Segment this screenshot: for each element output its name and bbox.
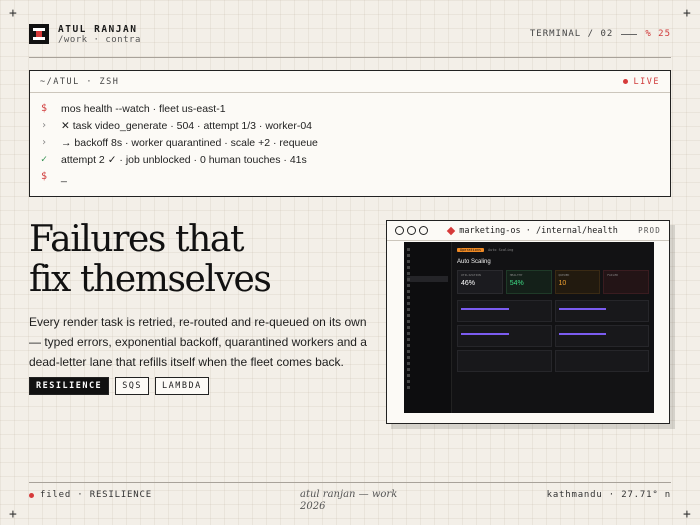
window-control-icon	[407, 226, 416, 235]
terminal-line: › → backoff 8s · worker quarantined · sc…	[41, 134, 659, 151]
terminal-title: ~/ATUL · ZSH	[40, 76, 120, 87]
worker-card	[554, 300, 649, 322]
section-chip: Operations	[457, 248, 485, 252]
browser-titlebar: marketing-os · /internal/health PROD	[387, 221, 669, 241]
stat-value: 10	[558, 280, 567, 287]
terminal-line: $ _	[41, 168, 659, 185]
tag-sqs[interactable]: SQS	[115, 377, 150, 395]
footer-status: filed · RESILIENCE	[29, 490, 152, 500]
corner-mark-bottom-left: +	[9, 507, 17, 522]
tag-resilience[interactable]: RESILIENCE	[29, 377, 110, 395]
prompt-icon: $	[41, 103, 48, 114]
diamond-icon	[446, 226, 456, 235]
checkmark-icon: ✓	[41, 154, 48, 165]
description-text: Every render task is retried, re-routed …	[29, 315, 367, 369]
footer-status-text: filed · RESILIENCE	[40, 490, 152, 500]
title-line-2: fix themselves	[29, 259, 272, 300]
window-controls	[395, 226, 428, 235]
terminal-line-text: ✕ task video_generate · 504 · attempt 1/…	[61, 119, 313, 132]
terminal-line: ✓ attempt 2 ✓ · job unblocked · 0 human …	[41, 151, 659, 168]
dashboard-preview: Operations Auto Scaling Auto Scaling UTI…	[404, 242, 654, 413]
window-control-icon	[419, 226, 428, 235]
tag-list: RESILIENCE SQS LAMBDA	[29, 377, 209, 395]
section-indicator: TERMINAL / 02 % 25	[530, 29, 671, 39]
progress-percent: % 25	[645, 29, 671, 39]
sidebar-item	[407, 384, 448, 390]
footer-location: kathmandu · 27.71° n	[546, 490, 671, 500]
browser-url: marketing-os · /internal/health	[428, 226, 638, 236]
live-dot-icon	[622, 79, 628, 84]
dashboard-toolbar: Operations Auto Scaling	[457, 247, 649, 253]
tag-lambda[interactable]: LAMBDA	[155, 377, 209, 395]
terminal-titlebar: ~/ATUL · ZSH LIVE	[30, 71, 670, 93]
url-text: marketing-os · /internal/health	[459, 225, 618, 236]
corner-mark-top-left: +	[9, 6, 17, 21]
section-label: TERMINAL / 02	[529, 29, 614, 39]
dashboard-main: Operations Auto Scaling Auto Scaling UTI…	[452, 242, 654, 413]
dashboard-tab: Auto Scaling	[488, 248, 514, 252]
terminal-line-text: attempt 2 ✓ · job unblocked · 0 human to…	[61, 153, 307, 166]
chevron-right-icon: ›	[41, 120, 48, 131]
corner-mark-top-right: +	[683, 6, 691, 21]
stat-card: FAILED	[603, 270, 649, 294]
title-line-1: Failures that	[29, 219, 244, 260]
stat-label: UTILIZATION	[461, 273, 481, 277]
stat-value: 46%	[461, 280, 476, 287]
brand-name[interactable]: ATUL RANJAN	[58, 24, 137, 35]
page-title: Failures that fix themselves	[29, 219, 272, 300]
chevron-right-icon: ›	[41, 137, 48, 148]
stat-card: QUEUED 10	[554, 270, 601, 294]
stat-label: QUEUED	[558, 273, 570, 277]
section-divider	[621, 33, 638, 35]
terminal-line: $ mos health --watch · fleet us-east-1	[41, 100, 659, 117]
worker-card	[457, 325, 552, 347]
terminal-window: ~/ATUL · ZSH LIVE $ mos health --watch ·…	[29, 70, 671, 197]
terminal-line-text: → backoff 8s · worker quarantined · scal…	[61, 136, 318, 149]
environment-badge: PROD	[638, 226, 661, 235]
app-screenshot-frame: marketing-os · /internal/health PROD Ope…	[386, 220, 670, 424]
header-rule	[29, 57, 671, 58]
status-dot-icon	[29, 492, 34, 498]
worker-cards	[457, 300, 649, 372]
footer-signature: atul ranjan — work 2026	[300, 489, 397, 513]
live-indicator: LIVE	[622, 76, 660, 87]
prompt-icon: $	[41, 171, 48, 182]
footer-year: 2026	[300, 501, 326, 512]
dashboard-title: Auto Scaling	[457, 259, 491, 265]
worker-card	[457, 300, 552, 322]
terminal-output: $ mos health --watch · fleet us-east-1 ›…	[30, 93, 670, 192]
worker-card	[457, 350, 552, 372]
terminal-line: › ✕ task video_generate · 504 · attempt …	[41, 117, 659, 134]
footer-rule	[29, 482, 671, 483]
stat-cards: UTILIZATION 46% HEALTHY 54% QUEUED 10 FA…	[457, 270, 649, 294]
worker-card	[554, 325, 649, 347]
stat-card: UTILIZATION 46%	[457, 270, 503, 294]
terminal-cursor: _	[61, 170, 67, 183]
terminal-line-text: mos health --watch · fleet us-east-1	[61, 102, 226, 115]
stat-value: 54%	[509, 280, 524, 287]
corner-mark-bottom-right: +	[683, 507, 691, 522]
brand-path: /work · contra	[58, 35, 141, 45]
window-control-icon	[395, 226, 404, 235]
live-label: LIVE	[633, 76, 660, 87]
stat-label: HEALTHY	[509, 273, 523, 277]
footer-author: atul ranjan — work	[300, 489, 398, 500]
dashboard-sidebar	[404, 242, 452, 413]
stat-card: HEALTHY 54%	[505, 270, 552, 294]
brand-logo-icon[interactable]	[29, 24, 49, 44]
worker-card	[554, 350, 649, 372]
stat-label: FAILED	[607, 273, 619, 277]
